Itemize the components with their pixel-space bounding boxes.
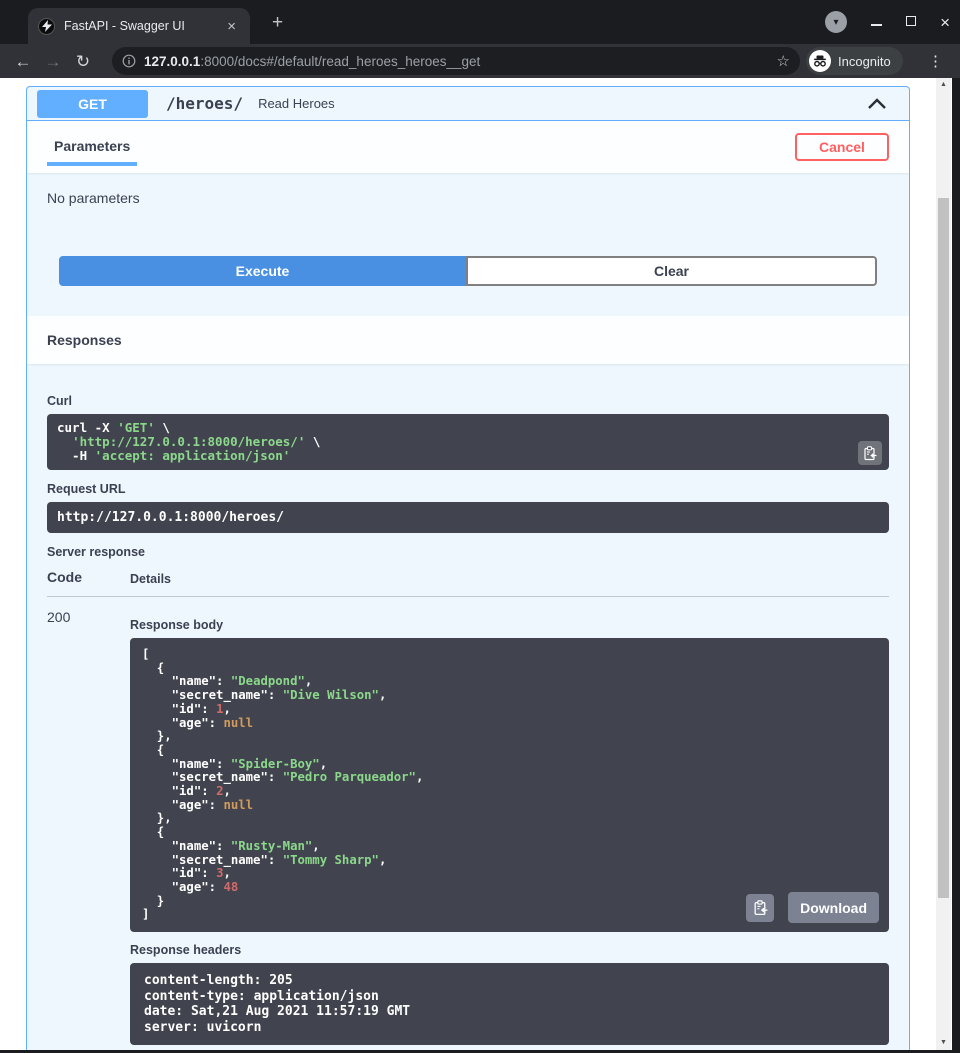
curl-code: curl -X 'GET' \ 'http://127.0.0.1:8000/h… xyxy=(57,421,879,463)
response-details: Response body [ { "name": "Deadpond", "s… xyxy=(130,609,889,1045)
response-table-header: Code Details xyxy=(47,569,889,597)
response-headers-label: Response headers xyxy=(130,943,889,957)
clear-button[interactable]: Clear xyxy=(466,256,877,286)
code-line: "age": null xyxy=(142,799,877,813)
code-line: server: uvicorn xyxy=(144,1020,875,1036)
server-response-table: Code Details 200 Response body [ { "name… xyxy=(47,569,889,1045)
code-line: "name": "Deadpond", xyxy=(142,675,877,689)
response-headers-block: content-length: 205content-type: applica… xyxy=(130,963,889,1045)
page-info-icon[interactable] xyxy=(122,54,136,68)
responses-body: Curl curl -X 'GET' \ 'http://127.0.0.1:8… xyxy=(27,364,909,1050)
download-button[interactable]: Download xyxy=(788,892,879,923)
code-line: "id": 3, xyxy=(142,867,877,881)
code-column-header: Code xyxy=(47,569,130,586)
method-badge: GET xyxy=(37,90,148,118)
code-line: 'http://127.0.0.1:8000/heroes/' \ xyxy=(57,435,879,449)
server-response-label: Server response xyxy=(47,545,889,559)
cancel-button[interactable]: Cancel xyxy=(795,133,889,161)
execute-button[interactable]: Execute xyxy=(59,256,466,286)
code-line: }, xyxy=(142,730,877,744)
tab-title: FastAPI - Swagger UI xyxy=(64,19,223,33)
incognito-icon xyxy=(809,50,831,72)
url-text: 127.0.0.1:8000/docs#/default/read_heroes… xyxy=(144,54,771,69)
code-line: "name": "Rusty-Man", xyxy=(142,840,877,854)
page-scrollbar[interactable]: ▲ ▼ xyxy=(936,78,951,1050)
incognito-label: Incognito xyxy=(838,54,891,69)
opblock-summary[interactable]: GET /heroes/ Read Heroes xyxy=(27,87,909,121)
browser-toolbar: ← → ↻ 127.0.0.1:8000/docs#/default/read_… xyxy=(0,44,960,78)
bookmark-star-icon[interactable]: ☆ xyxy=(777,52,790,70)
tab-bar: FastAPI - Swagger UI × + ▾ × xyxy=(0,0,960,44)
url-path: :8000/docs#/default/read_heroes_heroes__… xyxy=(200,54,480,69)
reload-icon[interactable]: ↻ xyxy=(68,53,98,70)
code-line: "name": "Spider-Boy", xyxy=(142,758,877,772)
code-line: { xyxy=(142,744,877,758)
address-bar[interactable]: 127.0.0.1:8000/docs#/default/read_heroes… xyxy=(112,47,800,75)
scroll-up-icon[interactable]: ▲ xyxy=(936,78,951,92)
code-line: date: Sat,21 Aug 2021 11:57:19 GMT xyxy=(144,1004,875,1020)
code-line: "secret_name": "Pedro Parqueador", xyxy=(142,771,877,785)
details-column-header: Details xyxy=(130,569,171,586)
code-line: "secret_name": "Dive Wilson", xyxy=(142,689,877,703)
status-code: 200 xyxy=(47,609,130,1045)
response-row-200: 200 Response body [ { "name": "Deadpond"… xyxy=(47,597,889,1045)
copy-to-clipboard-button[interactable] xyxy=(858,441,882,465)
maximize-button[interactable] xyxy=(906,13,916,31)
page-content: GET /heroes/ Read Heroes Parameters Canc… xyxy=(0,78,952,1050)
response-body-block: [ { "name": "Deadpond", "secret_name": "… xyxy=(130,638,889,932)
execute-wrapper: Execute Clear xyxy=(27,236,909,316)
curl-label: Curl xyxy=(47,394,889,408)
no-parameters-message: No parameters xyxy=(27,173,909,236)
window-controls: ▾ × xyxy=(825,0,950,44)
opblock-get-heroes: GET /heroes/ Read Heroes Parameters Canc… xyxy=(26,86,910,1050)
fastapi-favicon-icon xyxy=(38,18,55,35)
code-line: { xyxy=(142,826,877,840)
request-url-label: Request URL xyxy=(47,482,889,496)
code-line: content-type: application/json xyxy=(144,989,875,1005)
browser-tab[interactable]: FastAPI - Swagger UI × xyxy=(28,8,250,44)
responses-header: Responses xyxy=(27,316,909,364)
close-window-button[interactable]: × xyxy=(940,14,950,31)
endpoint-path: /heroes/ xyxy=(166,94,243,113)
code-line: { xyxy=(142,662,877,676)
responses-title: Responses xyxy=(47,332,122,348)
scroll-down-icon[interactable]: ▼ xyxy=(936,1036,951,1050)
code-line: "age": null xyxy=(142,717,877,731)
response-body-label: Response body xyxy=(130,618,889,632)
code-line: -H 'accept: application/json' xyxy=(57,449,879,463)
parameters-header: Parameters Cancel xyxy=(27,121,909,173)
scrollbar-thumb[interactable] xyxy=(938,198,949,898)
url-host: 127.0.0.1 xyxy=(144,54,200,69)
browser-window: FastAPI - Swagger UI × + ▾ × ← → ↻ 127.0… xyxy=(0,0,960,1053)
browser-updates-icon[interactable]: ▾ xyxy=(825,11,847,33)
request-url-block: http://127.0.0.1:8000/heroes/ xyxy=(47,502,889,533)
code-line: [ xyxy=(142,648,877,662)
code-line: }, xyxy=(142,812,877,826)
request-url-value: http://127.0.0.1:8000/heroes/ xyxy=(57,510,284,525)
incognito-badge: Incognito xyxy=(806,47,903,75)
tab-close-icon[interactable]: × xyxy=(223,17,240,36)
new-tab-button[interactable]: + xyxy=(266,12,289,33)
code-line: "id": 2, xyxy=(142,785,877,799)
browser-menu-icon[interactable]: ⋮ xyxy=(928,52,943,70)
code-line: content-length: 205 xyxy=(144,973,875,989)
tab-parameters[interactable]: Parameters xyxy=(47,138,137,166)
copy-response-button[interactable] xyxy=(746,894,774,922)
endpoint-summary: Read Heroes xyxy=(258,96,867,111)
chevron-up-icon[interactable] xyxy=(867,98,887,110)
code-line: curl -X 'GET' \ xyxy=(57,421,879,435)
response-body-code: [ { "name": "Deadpond", "secret_name": "… xyxy=(142,648,877,922)
forward-icon[interactable]: → xyxy=(38,53,68,70)
code-line: "secret_name": "Tommy Sharp", xyxy=(142,854,877,868)
response-body-actions: Download xyxy=(746,892,879,923)
curl-command-block: curl -X 'GET' \ 'http://127.0.0.1:8000/h… xyxy=(47,414,889,470)
code-line: "id": 1, xyxy=(142,703,877,717)
minimize-button[interactable] xyxy=(871,13,882,31)
back-icon[interactable]: ← xyxy=(8,53,38,70)
